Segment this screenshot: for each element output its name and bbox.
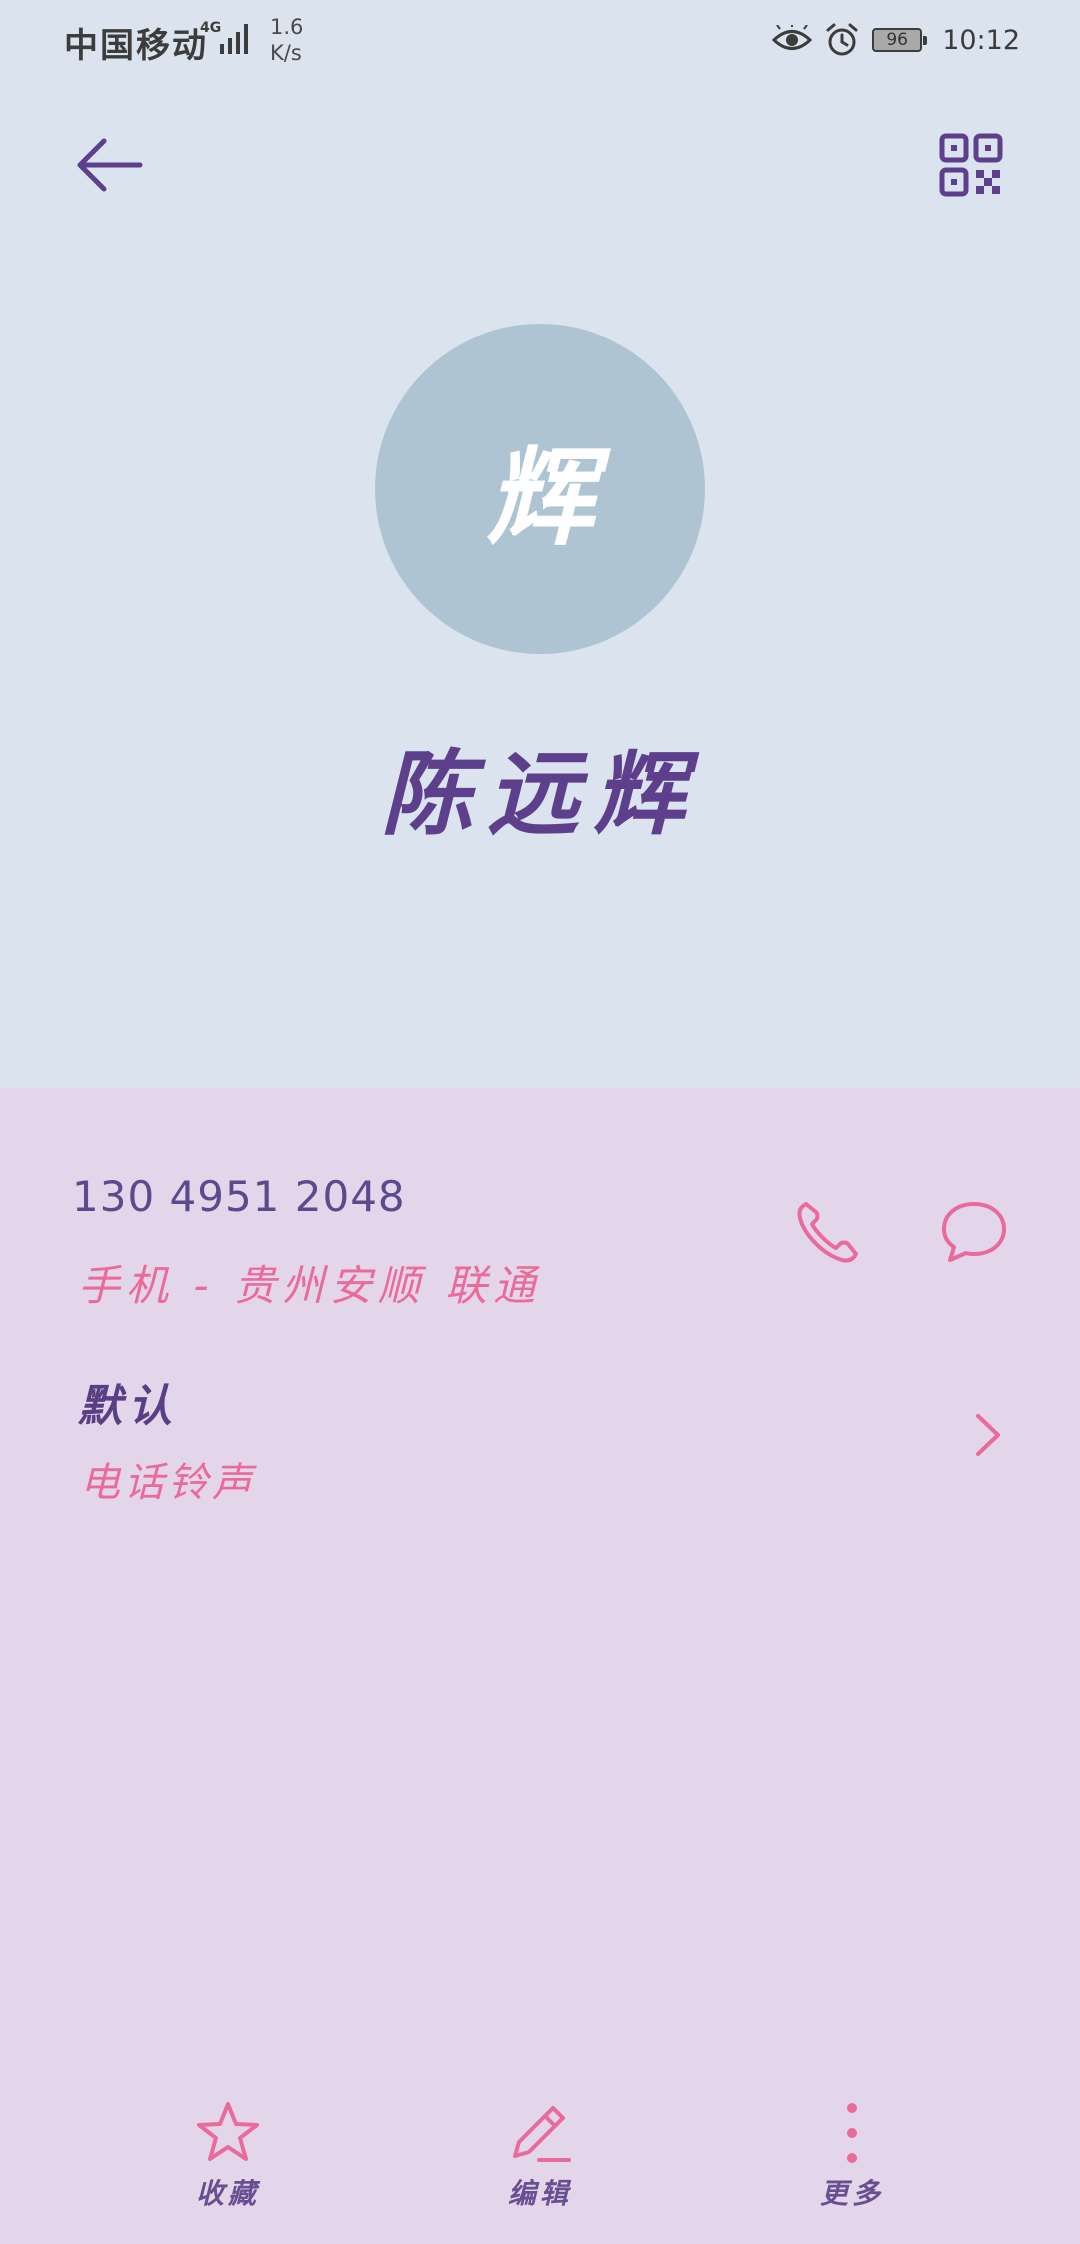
contact-avatar[interactable]: 辉 xyxy=(375,324,705,654)
call-phone-icon[interactable] xyxy=(792,1196,864,1268)
status-time: 10:12 xyxy=(942,24,1020,56)
signal-strength-icon xyxy=(220,24,248,54)
contact-header: 中国移动 4G 1.6 K/s 96 10:12 辉 陈远辉 xyxy=(0,0,1080,1088)
avatar-initial: 辉 xyxy=(485,435,594,561)
alarm-icon xyxy=(826,23,858,56)
carrier-name: 中国移动 xyxy=(64,26,208,66)
favorite-button[interactable]: 收藏 xyxy=(128,2090,328,2244)
favorite-label: 收藏 xyxy=(195,2177,260,2210)
battery-level: 96 xyxy=(886,30,908,50)
phone-number[interactable]: 130 4951 2048 xyxy=(72,1172,406,1221)
back-arrow-icon[interactable] xyxy=(70,125,150,205)
more-label: 更多 xyxy=(819,2177,884,2210)
network-speed-unit: K/s xyxy=(270,41,302,65)
ringtone-row[interactable]: 默认 电话铃声 xyxy=(0,1360,1080,1510)
phone-type-location: 手机 - 贵州安顺 联通 xyxy=(78,1261,542,1310)
bottom-action-bar: 收藏 编辑 更多 xyxy=(0,2090,1080,2244)
qr-code-icon[interactable] xyxy=(930,130,1010,210)
contact-detail-screen: 中国移动 4G 1.6 K/s 96 10:12 辉 陈远辉 130 4951 … xyxy=(0,0,1080,2244)
ringtone-label: 电话铃声 xyxy=(80,1460,256,1506)
edit-label: 编辑 xyxy=(507,2177,572,2210)
chevron-right-icon xyxy=(976,1414,1000,1456)
network-speed-value: 1.6 xyxy=(270,15,304,39)
contact-name: 陈远辉 xyxy=(380,740,699,848)
eye-comfort-icon xyxy=(772,25,813,50)
pencil-icon xyxy=(513,2106,571,2162)
edit-button[interactable]: 编辑 xyxy=(440,2090,640,2244)
more-button[interactable]: 更多 xyxy=(752,2090,952,2244)
network-speed: 1.6 K/s xyxy=(270,14,303,66)
star-icon xyxy=(197,2102,259,2161)
ringtone-value: 默认 xyxy=(78,1381,178,1432)
battery-icon: 96 xyxy=(872,28,928,52)
more-vertical-icon xyxy=(847,2103,857,2163)
status-right-group: 96 10:12 xyxy=(772,18,1020,62)
message-bubble-icon[interactable] xyxy=(938,1196,1010,1268)
status-bar: 中国移动 4G 1.6 K/s 96 10:12 xyxy=(0,0,1080,82)
